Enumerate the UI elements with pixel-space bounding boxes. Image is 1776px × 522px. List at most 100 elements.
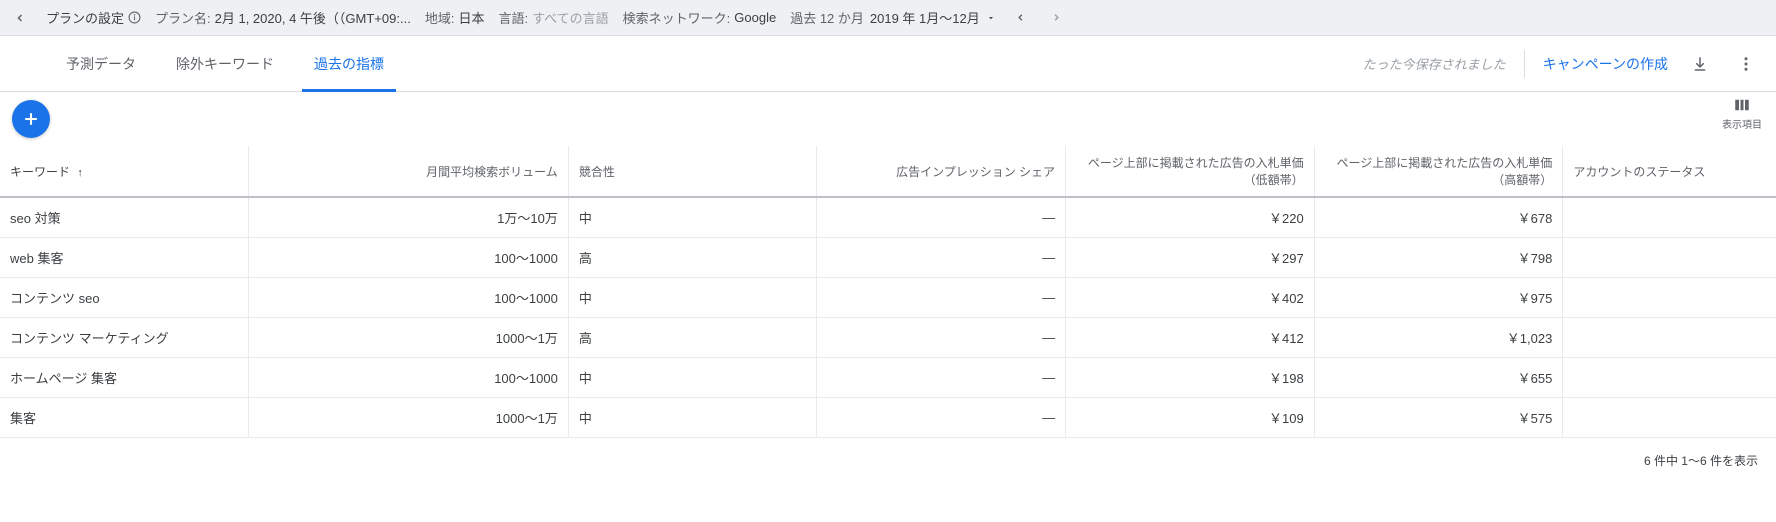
create-campaign-button[interactable]: キャンペーンの作成 (1543, 54, 1668, 74)
language-value: すべての言語 (532, 8, 609, 27)
cell-volume: 100～1000 (249, 278, 569, 318)
tab-historical-metrics[interactable]: 過去の指標 (314, 36, 384, 92)
cell-keyword: コンテンツ マーケティング (0, 318, 249, 358)
period-value: 2019 年 1月～12月 (870, 8, 980, 27)
plan-name-label: プラン名: (155, 8, 211, 27)
table-row[interactable]: コンテンツ マーケティング1000～1万高—￥412￥1,023 (0, 318, 1776, 358)
cell-competition: 中 (568, 358, 817, 398)
info-icon (128, 11, 141, 24)
plan-settings-label: プランの設定 (46, 8, 124, 27)
cell-keyword: seo 対策 (0, 197, 249, 238)
cell-bid-high: ￥575 (1314, 398, 1563, 438)
language-label: 言語: (498, 8, 528, 27)
cell-volume: 1000～1万 (249, 398, 569, 438)
network-value: Google (734, 10, 776, 25)
download-icon (1691, 55, 1709, 73)
download-button[interactable] (1686, 50, 1714, 78)
plan-name[interactable]: プラン名: 2月 1, 2020, 4 午後（（GMT+09:... (155, 8, 411, 27)
date-range[interactable]: 過去 12 か月 2019 年 1月～12月 (790, 8, 996, 27)
date-prev-button[interactable] (1010, 7, 1032, 29)
table-row[interactable]: ホームページ 集客100～1000中—￥198￥655 (0, 358, 1776, 398)
tabs: 予測データ 除外キーワード 過去の指標 (66, 36, 384, 92)
cell-account-status (1563, 398, 1776, 438)
more-vert-icon (1737, 55, 1755, 73)
col-account-status[interactable]: アカウントのステータス (1563, 146, 1776, 197)
chevron-left-icon (14, 12, 26, 24)
col-keyword-label: キーワード (10, 165, 70, 179)
cell-bid-low: ￥109 (1066, 398, 1315, 438)
dropdown-arrow-icon (986, 13, 996, 23)
table-row[interactable]: seo 対策1万～10万中—￥220￥678 (0, 197, 1776, 238)
cell-competition: 高 (568, 318, 817, 358)
cell-account-status (1563, 318, 1776, 358)
more-menu-button[interactable] (1732, 50, 1760, 78)
cell-keyword: web 集客 (0, 238, 249, 278)
cell-bid-low: ￥402 (1066, 278, 1315, 318)
cell-account-status (1563, 358, 1776, 398)
cell-account-status (1563, 278, 1776, 318)
cell-bid-high: ￥1,023 (1314, 318, 1563, 358)
plan-name-value: 2月 1, 2020, 4 午後（（GMT+09:... (215, 8, 411, 27)
col-bid-low[interactable]: ページ上部に掲載された広告の入札単価（低額帯） (1066, 146, 1315, 197)
pager-text: 6 件中 1～6 件を表示 (1644, 452, 1758, 469)
plan-settings[interactable]: プランの設定 (46, 8, 141, 27)
cell-account-status (1563, 197, 1776, 238)
col-competition[interactable]: 競合性 (568, 146, 817, 197)
cell-bid-high: ￥655 (1314, 358, 1563, 398)
chevron-left-icon (1015, 12, 1026, 23)
sub-header-right: たった今保存されました キャンペーンの作成 (1363, 50, 1760, 78)
cell-bid-low: ￥297 (1066, 238, 1315, 278)
table-row[interactable]: コンテンツ seo100～1000中—￥402￥975 (0, 278, 1776, 318)
content-area: 表示項目 キーワード ↑ 月間平均検索ボリューム 競合性 広告インプレッション … (0, 92, 1776, 483)
cell-bid-low: ￥412 (1066, 318, 1315, 358)
table-header-row: キーワード ↑ 月間平均検索ボリューム 競合性 広告インプレッション シェア ペ… (0, 146, 1776, 197)
search-network[interactable]: 検索ネットワーク: Google (623, 8, 777, 27)
columns-button-label: 表示項目 (1722, 116, 1762, 131)
cell-impression-share: — (817, 197, 1066, 238)
chevron-right-icon (1051, 12, 1062, 23)
cell-competition: 高 (568, 238, 817, 278)
date-next-button[interactable] (1046, 7, 1068, 29)
tab-negative-keywords[interactable]: 除外キーワード (176, 36, 274, 92)
table-row[interactable]: 集客1000～1万中—￥109￥575 (0, 398, 1776, 438)
cell-keyword: 集客 (0, 398, 249, 438)
tab-forecast[interactable]: 予測データ (66, 36, 136, 92)
cell-competition: 中 (568, 398, 817, 438)
cell-competition: 中 (568, 278, 817, 318)
col-bid-high[interactable]: ページ上部に掲載された広告の入札単価（高額帯） (1314, 146, 1563, 197)
cell-bid-high: ￥678 (1314, 197, 1563, 238)
col-volume[interactable]: 月間平均検索ボリューム (249, 146, 569, 197)
cell-impression-share: — (817, 278, 1066, 318)
sub-header: 予測データ 除外キーワード 過去の指標 たった今保存されました キャンペーンの作… (0, 36, 1776, 92)
add-keyword-fab[interactable] (12, 100, 50, 138)
back-button[interactable] (8, 6, 32, 30)
col-impression-share[interactable]: 広告インプレッション シェア (817, 146, 1066, 197)
columns-icon (1733, 96, 1751, 114)
cell-volume: 1000～1万 (249, 318, 569, 358)
cell-competition: 中 (568, 197, 817, 238)
col-keyword[interactable]: キーワード ↑ (0, 146, 249, 197)
plus-icon (21, 109, 41, 129)
network-label: 検索ネットワーク: (623, 8, 731, 27)
pager: 6 件中 1～6 件を表示 (0, 437, 1776, 483)
cell-keyword: ホームページ 集客 (0, 358, 249, 398)
columns-button[interactable]: 表示項目 (1722, 96, 1762, 131)
region[interactable]: 地域: 日本 (425, 8, 485, 27)
table-row[interactable]: web 集客100～1000高—￥297￥798 (0, 238, 1776, 278)
cell-bid-high: ￥798 (1314, 238, 1563, 278)
cell-impression-share: — (817, 358, 1066, 398)
language[interactable]: 言語: すべての言語 (498, 8, 608, 27)
cell-impression-share: — (817, 398, 1066, 438)
keywords-table: キーワード ↑ 月間平均検索ボリューム 競合性 広告インプレッション シェア ペ… (0, 146, 1776, 437)
cell-impression-share: — (817, 238, 1066, 278)
cell-bid-low: ￥198 (1066, 358, 1315, 398)
period-label: 過去 12 か月 (790, 8, 864, 27)
cell-bid-high: ￥975 (1314, 278, 1563, 318)
sort-asc-icon: ↑ (77, 167, 83, 179)
divider (1524, 50, 1525, 78)
cell-account-status (1563, 238, 1776, 278)
cell-volume: 100～1000 (249, 238, 569, 278)
cell-volume: 100～1000 (249, 358, 569, 398)
cell-volume: 1万～10万 (249, 197, 569, 238)
cell-bid-low: ￥220 (1066, 197, 1315, 238)
